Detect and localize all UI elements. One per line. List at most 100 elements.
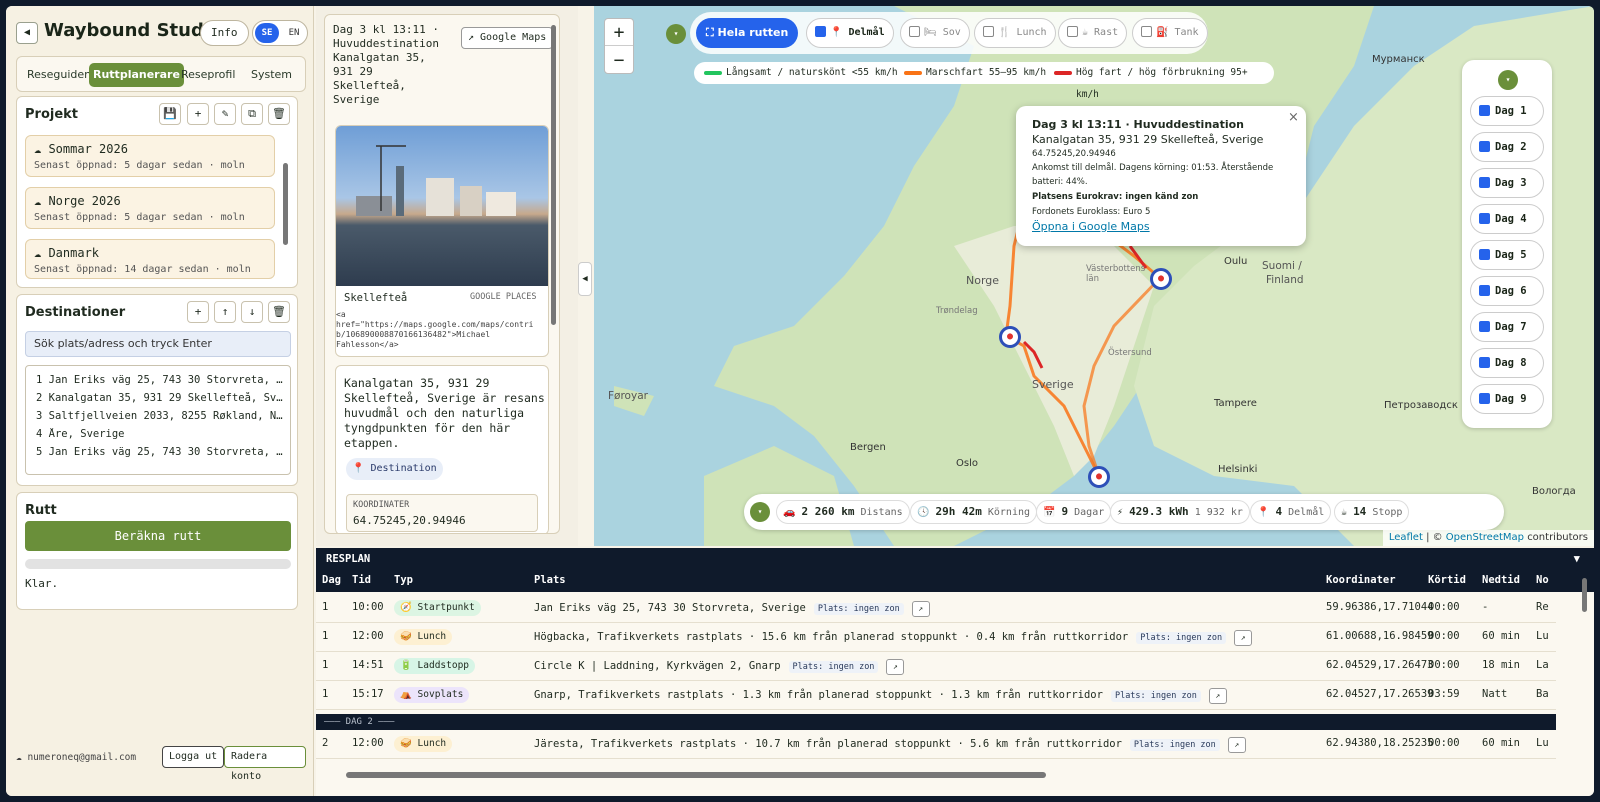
type-badge: 🥪 Lunch bbox=[394, 736, 453, 752]
osm-link[interactable]: OpenStreetMap bbox=[1446, 532, 1524, 543]
popup-google-maps-link[interactable]: Öppna i Google Maps bbox=[1032, 220, 1150, 233]
column-header[interactable]: Plats bbox=[534, 574, 566, 586]
google-maps-button[interactable]: ↗ Google Maps bbox=[461, 27, 554, 49]
account-footer: ☁ numeroneq@gmail.com Logga ut Radera ko… bbox=[16, 746, 306, 782]
lang-se-button[interactable]: SE bbox=[255, 23, 279, 43]
lang-en-button[interactable]: EN bbox=[283, 23, 305, 43]
day-chip[interactable]: Dag 6 bbox=[1470, 276, 1544, 306]
collapse-detail-handle[interactable]: ◀ bbox=[578, 262, 592, 296]
filter-chip-lunch[interactable]: 🍴 Lunch bbox=[974, 18, 1056, 48]
destination-item[interactable]: 1 Jan Eriks väg 25, 743 30 Storvreta, Sv… bbox=[36, 374, 286, 386]
table-row[interactable]: 1 10:00 🧭 Startpunkt Jan Eriks väg 25, 7… bbox=[316, 594, 1556, 623]
external-link-icon[interactable]: ↗ bbox=[1227, 737, 1246, 753]
day-chip[interactable]: Dag 7 bbox=[1470, 312, 1544, 342]
project-item[interactable]: ☁ Sommar 2026 Senast öppnad: 5 dagar sed… bbox=[25, 135, 275, 177]
map-pin-marker[interactable]: ● bbox=[1088, 466, 1110, 488]
external-link-icon[interactable]: ↗ bbox=[1234, 630, 1253, 646]
day-chip[interactable]: Dag 8 bbox=[1470, 348, 1544, 378]
column-header[interactable]: Tid bbox=[352, 574, 371, 586]
filter-chip-sov[interactable]: 🛏 Sov bbox=[900, 18, 970, 48]
zoom-in-button[interactable]: + bbox=[605, 19, 633, 46]
column-header[interactable]: No bbox=[1536, 574, 1549, 586]
map-popup: × Dag 3 kl 13:11 · Huvuddestination Kana… bbox=[1016, 106, 1306, 246]
resplan-header: RESPLAN ▼ bbox=[316, 548, 1594, 570]
day-chip[interactable]: Dag 9 bbox=[1470, 384, 1544, 414]
checkbox-icon bbox=[1479, 141, 1490, 152]
external-link-icon[interactable]: ↗ bbox=[911, 601, 930, 617]
map-pin-marker[interactable]: ● bbox=[1150, 268, 1172, 290]
day-chip[interactable]: Dag 5 bbox=[1470, 240, 1544, 270]
column-header[interactable]: Dag bbox=[322, 574, 341, 586]
zoom-out-button[interactable]: − bbox=[605, 47, 633, 74]
column-header[interactable]: Nedtid bbox=[1482, 574, 1520, 586]
column-header[interactable]: Körtid bbox=[1428, 574, 1466, 586]
resplan-toggle-button[interactable]: ▼ bbox=[1574, 548, 1580, 570]
table-row[interactable]: 2 12:00 🥪 Lunch Järesta, Trafikverkets r… bbox=[316, 730, 1556, 759]
route-progress-bar bbox=[25, 559, 291, 569]
table-vertical-scrollbar[interactable] bbox=[1582, 578, 1587, 612]
rename-project-button[interactable]: ✎ bbox=[214, 103, 236, 125]
delete-account-button[interactable]: Radera konto bbox=[224, 746, 306, 782]
collapse-sidebar-button[interactable]: ◀ bbox=[16, 22, 38, 44]
destination-search-input[interactable]: Sök plats/adress och tryck Enter bbox=[25, 331, 291, 357]
move-down-button[interactable]: ↓ bbox=[241, 301, 263, 323]
map-view[interactable]: Norge Sverige Suomi / Finland Føroyar Ou… bbox=[594, 6, 1594, 546]
destination-item[interactable]: 2 Kanalgatan 35, 931 29 Skellefteå, Sver… bbox=[36, 392, 286, 404]
photo-credit: <a href="https://maps.google.com/maps/co… bbox=[336, 310, 533, 350]
detail-address-line3: Skellefteå, bbox=[333, 79, 406, 92]
table-row[interactable]: 1 14:51 🔋 Laddstopp Circle K | Laddning,… bbox=[316, 652, 1556, 681]
move-up-button[interactable]: ↑ bbox=[214, 301, 236, 323]
logout-button[interactable]: Logga ut bbox=[162, 746, 225, 768]
filter-chip-delmal[interactable]: 📍 Delmål bbox=[806, 18, 894, 48]
table-row[interactable]: 1 15:17 ⛺ Sovplats Gnarp, Trafikverkets … bbox=[316, 681, 1556, 710]
tab-reseprofil[interactable]: Reseprofil bbox=[177, 63, 239, 87]
day-chip[interactable]: Dag 4 bbox=[1470, 204, 1544, 234]
day-label: Dag 3 bbox=[1495, 177, 1527, 189]
popup-close-button[interactable]: × bbox=[1288, 110, 1299, 125]
day-chip[interactable]: Dag 1 bbox=[1470, 96, 1544, 126]
save-project-button[interactable]: 💾 bbox=[159, 103, 181, 125]
external-link-icon[interactable]: ↗ bbox=[1208, 688, 1227, 704]
filter-collapse-button[interactable]: ▾ bbox=[666, 24, 686, 44]
map-pin-marker[interactable]: ● bbox=[999, 326, 1021, 348]
table-horizontal-scrollbar[interactable] bbox=[346, 772, 1046, 778]
destination-item[interactable]: 3 Saltfjellveien 2033, 8255 Røkland, Nor… bbox=[36, 410, 286, 422]
delete-project-button[interactable]: 🗑 bbox=[268, 103, 290, 125]
day-filter-collapse-button[interactable]: ▾ bbox=[1498, 70, 1518, 90]
column-header[interactable]: Koordinater bbox=[1326, 574, 1396, 586]
day-chip[interactable]: Dag 2 bbox=[1470, 132, 1544, 162]
projects-scrollbar[interactable] bbox=[283, 163, 288, 245]
filter-chip-tank[interactable]: ⛽ Tank bbox=[1132, 18, 1208, 48]
resplan-title: RESPLAN bbox=[326, 553, 371, 565]
external-link-icon[interactable]: ↗ bbox=[886, 659, 905, 675]
leaflet-link[interactable]: Leaflet bbox=[1389, 532, 1423, 543]
destination-item[interactable]: 4 Åre, Sverige bbox=[36, 428, 286, 440]
table-row[interactable]: 1 12:00 🥪 Lunch Högbacka, Trafikverkets … bbox=[316, 623, 1556, 652]
delete-destination-button[interactable]: 🗑 bbox=[268, 301, 290, 323]
day-chip[interactable]: Dag 3 bbox=[1470, 168, 1544, 198]
tab-ruttplanerare[interactable]: Ruttplanerare bbox=[89, 63, 184, 87]
tab-system[interactable]: System bbox=[247, 63, 296, 87]
detail-scrollbar[interactable] bbox=[551, 25, 556, 325]
stats-collapse-button[interactable]: ▾ bbox=[750, 502, 770, 522]
stat-value: 14 bbox=[1353, 505, 1367, 518]
destination-item[interactable]: 5 Jan Eriks väg 25, 743 30 Storvreta, Sv… bbox=[36, 446, 286, 458]
info-button[interactable]: Info bbox=[200, 20, 249, 46]
add-destination-button[interactable]: + bbox=[187, 301, 209, 323]
project-item[interactable]: ☁ Danmark Senast öppnad: 14 dagar sedan … bbox=[25, 239, 275, 279]
map-label-suomi: Suomi / bbox=[1262, 260, 1302, 272]
filter-chip-rast[interactable]: ☕ Rast bbox=[1058, 18, 1128, 48]
project-item[interactable]: ☁ Norge 2026 Senast öppnad: 5 dagar seda… bbox=[25, 187, 275, 229]
tab-reseguiden[interactable]: Reseguiden bbox=[23, 63, 95, 87]
route-stats-bar: ▾ 🚗 2 260 km Distans 🕓 29h 42m Körning 📅… bbox=[744, 494, 1504, 530]
coffee-icon: ☕ bbox=[1341, 507, 1348, 518]
duplicate-project-button[interactable]: ⧉ bbox=[241, 103, 263, 125]
calculate-route-button[interactable]: Beräkna rutt bbox=[25, 521, 291, 551]
full-route-button[interactable]: ⛶ Hela rutten bbox=[696, 18, 799, 48]
photo-credit-line: Fahlesson</a> bbox=[336, 340, 399, 349]
destination-card: Dag 3 kl 13:11 · Huvuddestination Kanalg… bbox=[324, 14, 560, 534]
new-project-button[interactable]: + bbox=[187, 103, 209, 125]
cell-coords: 61.00688,16.98459 bbox=[1326, 630, 1434, 642]
column-header[interactable]: Typ bbox=[394, 574, 413, 586]
checkbox-icon bbox=[1479, 177, 1490, 188]
